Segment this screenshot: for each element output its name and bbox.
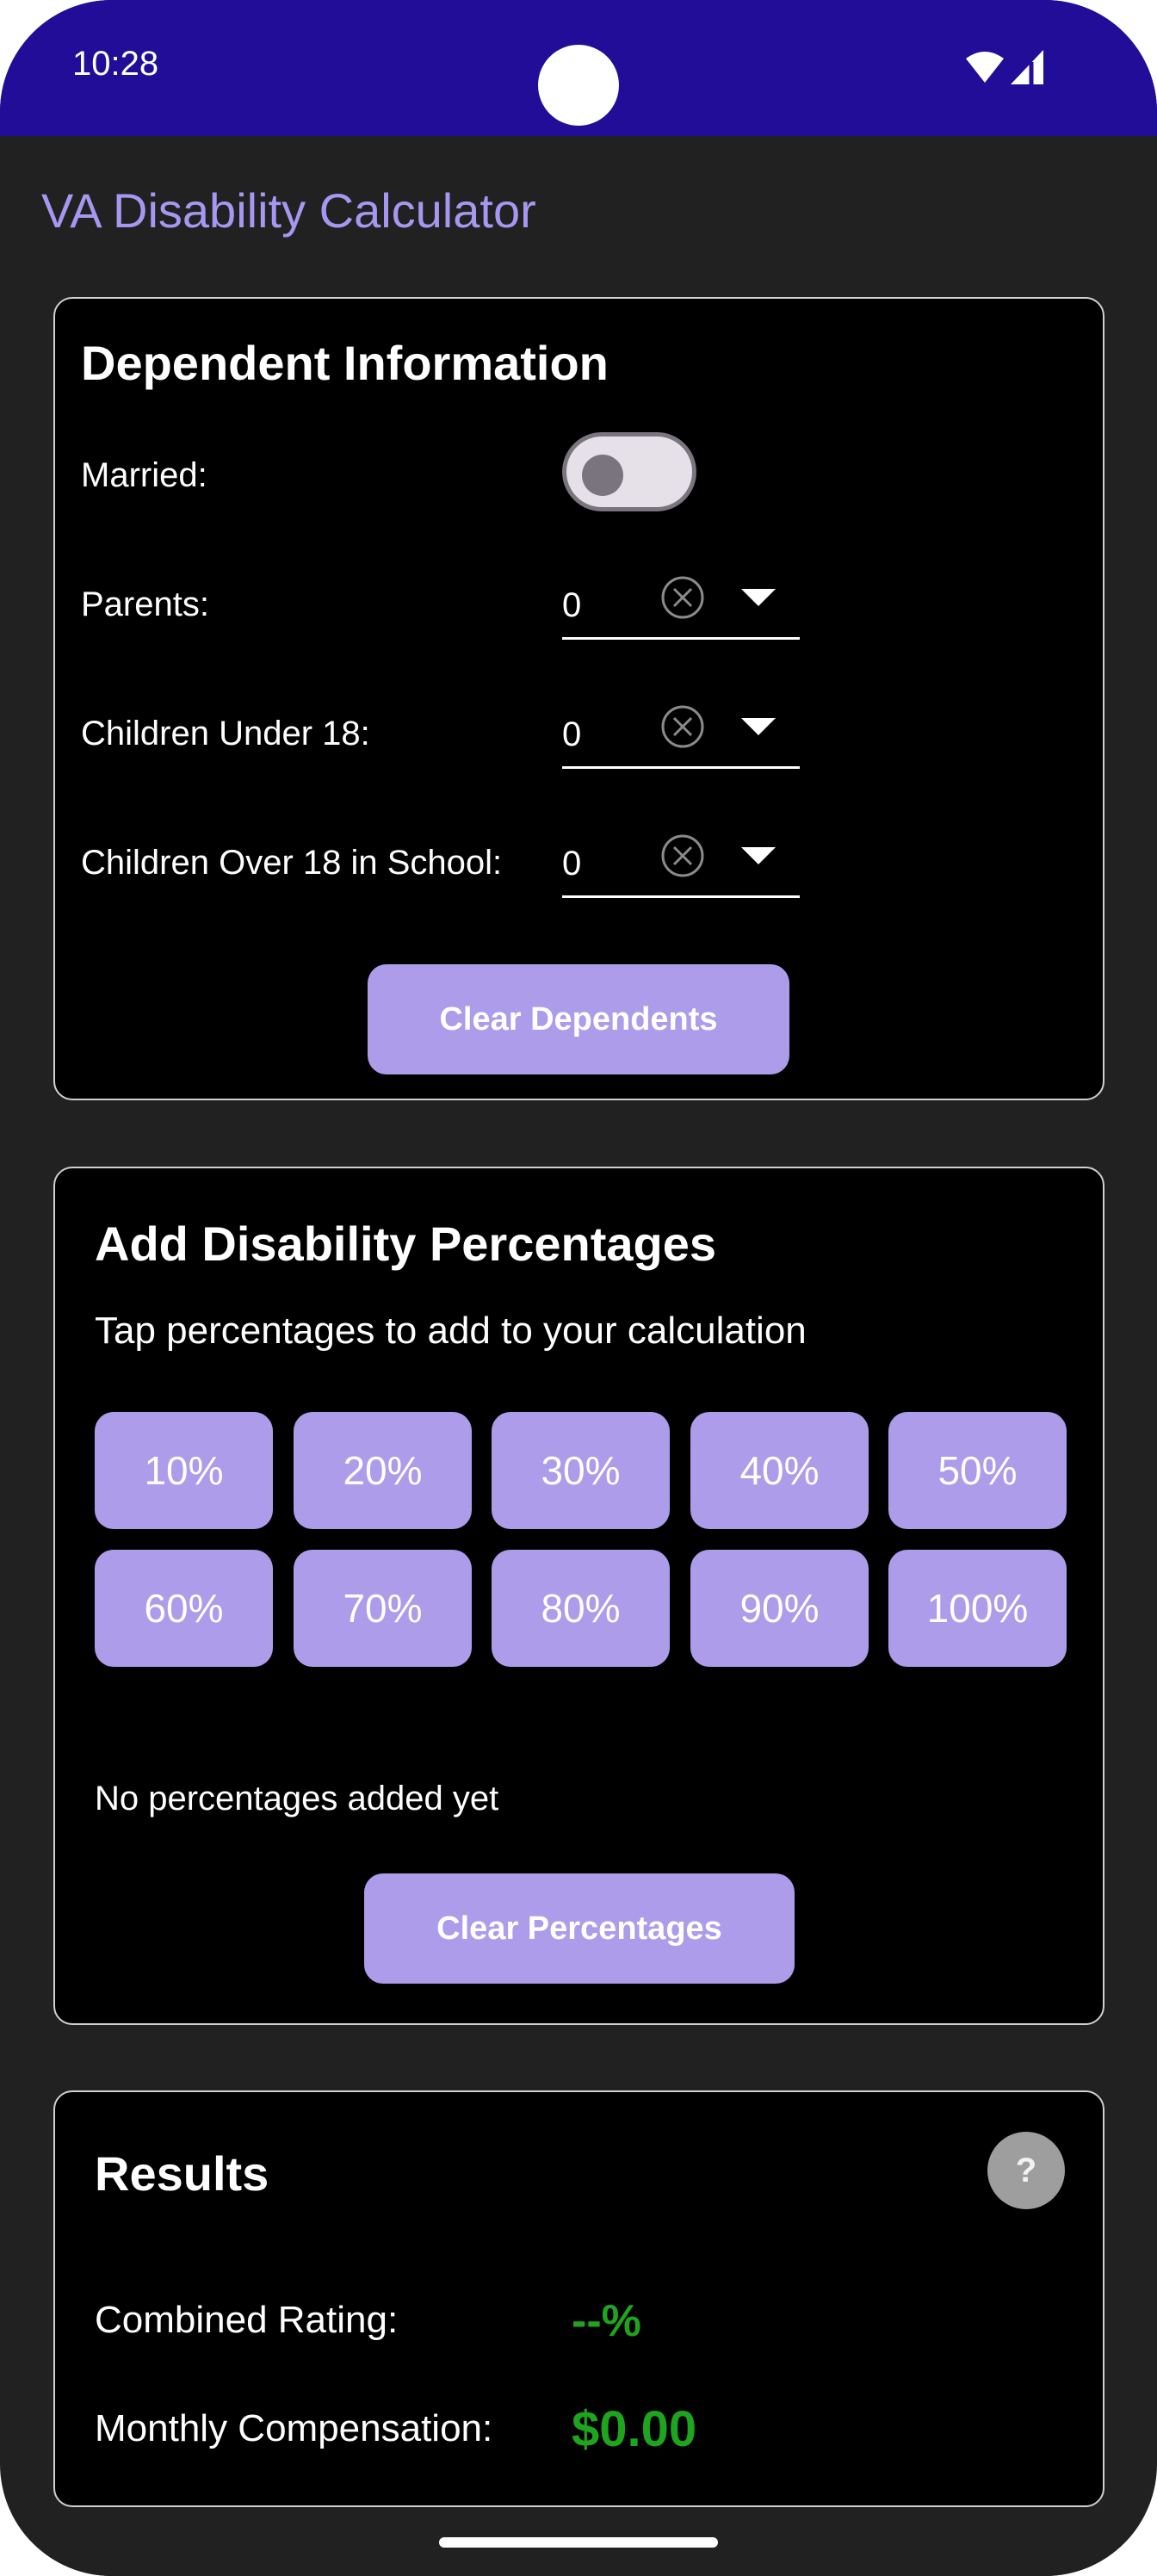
- monthly-compensation-value: $0.00: [572, 2401, 697, 2457]
- married-toggle-knob: [582, 455, 623, 496]
- percent-button-10[interactable]: 10%: [95, 1412, 273, 1529]
- clear-dependents-button[interactable]: Clear Dependents: [368, 964, 789, 1074]
- status-icons: [966, 50, 1043, 84]
- percent-button-20[interactable]: 20%: [294, 1412, 472, 1529]
- chevron-down-icon[interactable]: [741, 847, 776, 864]
- percentages-heading: Add Disability Percentages: [95, 1217, 717, 1271]
- clear-icon[interactable]: [659, 703, 706, 750]
- percentages-subtitle: Tap percentages to add to your calculati…: [95, 1310, 807, 1352]
- parents-dropdown[interactable]: 0: [562, 569, 800, 640]
- combined-rating-value: --%: [572, 2296, 641, 2346]
- chevron-down-icon[interactable]: [741, 718, 776, 735]
- percentages-card: Add Disability Percentages Tap percentag…: [53, 1167, 1104, 2025]
- combined-rating-label: Combined Rating:: [95, 2299, 399, 2341]
- percent-button-40[interactable]: 40%: [690, 1412, 869, 1529]
- empty-percentages-text: No percentages added yet: [95, 1780, 499, 1817]
- children-over-18-dropdown[interactable]: 0: [562, 827, 800, 898]
- children-under-18-value: 0: [562, 715, 582, 753]
- children-under-18-label: Children Under 18:: [81, 715, 370, 752]
- parents-label: Parents:: [81, 585, 209, 623]
- dependent-info-heading: Dependent Information: [81, 336, 609, 390]
- results-card: Results ? Combined Rating: --% Monthly C…: [53, 2090, 1104, 2507]
- children-over-18-label: Children Over 18 in School:: [81, 844, 503, 882]
- percent-button-50[interactable]: 50%: [888, 1412, 1067, 1529]
- dependent-info-card: Dependent Information Married: Parents: …: [53, 297, 1104, 1100]
- wifi-icon: [966, 52, 1004, 83]
- clear-icon[interactable]: [659, 574, 706, 621]
- percent-button-30[interactable]: 30%: [492, 1412, 670, 1529]
- help-button[interactable]: ?: [987, 2132, 1065, 2209]
- percent-button-70[interactable]: 70%: [294, 1550, 472, 1667]
- parents-value: 0: [562, 586, 582, 624]
- children-under-18-dropdown[interactable]: 0: [562, 698, 800, 769]
- married-label: Married:: [81, 456, 207, 494]
- percent-button-100[interactable]: 100%: [888, 1550, 1067, 1667]
- percent-button-80[interactable]: 80%: [492, 1550, 670, 1667]
- clear-icon[interactable]: [659, 833, 706, 879]
- married-toggle[interactable]: [562, 432, 696, 511]
- device-screen: 10:28 VA Disability Calculator Dependent…: [0, 0, 1157, 2576]
- children-over-18-value: 0: [562, 845, 582, 882]
- signal-icon: [1011, 50, 1043, 84]
- home-gesture-handle[interactable]: [439, 2537, 718, 2548]
- results-heading: Results: [95, 2146, 269, 2201]
- status-bar: 10:28: [0, 0, 1157, 136]
- percent-button-60[interactable]: 60%: [95, 1550, 273, 1667]
- app-title: VA Disability Calculator: [41, 183, 536, 238]
- monthly-compensation-label: Monthly Compensation:: [95, 2407, 493, 2449]
- camera-cutout: [538, 45, 619, 126]
- clear-percentages-button[interactable]: Clear Percentages: [364, 1873, 795, 1984]
- chevron-down-icon[interactable]: [741, 589, 776, 606]
- percent-button-90[interactable]: 90%: [690, 1550, 869, 1667]
- status-time: 10:28: [72, 45, 159, 83]
